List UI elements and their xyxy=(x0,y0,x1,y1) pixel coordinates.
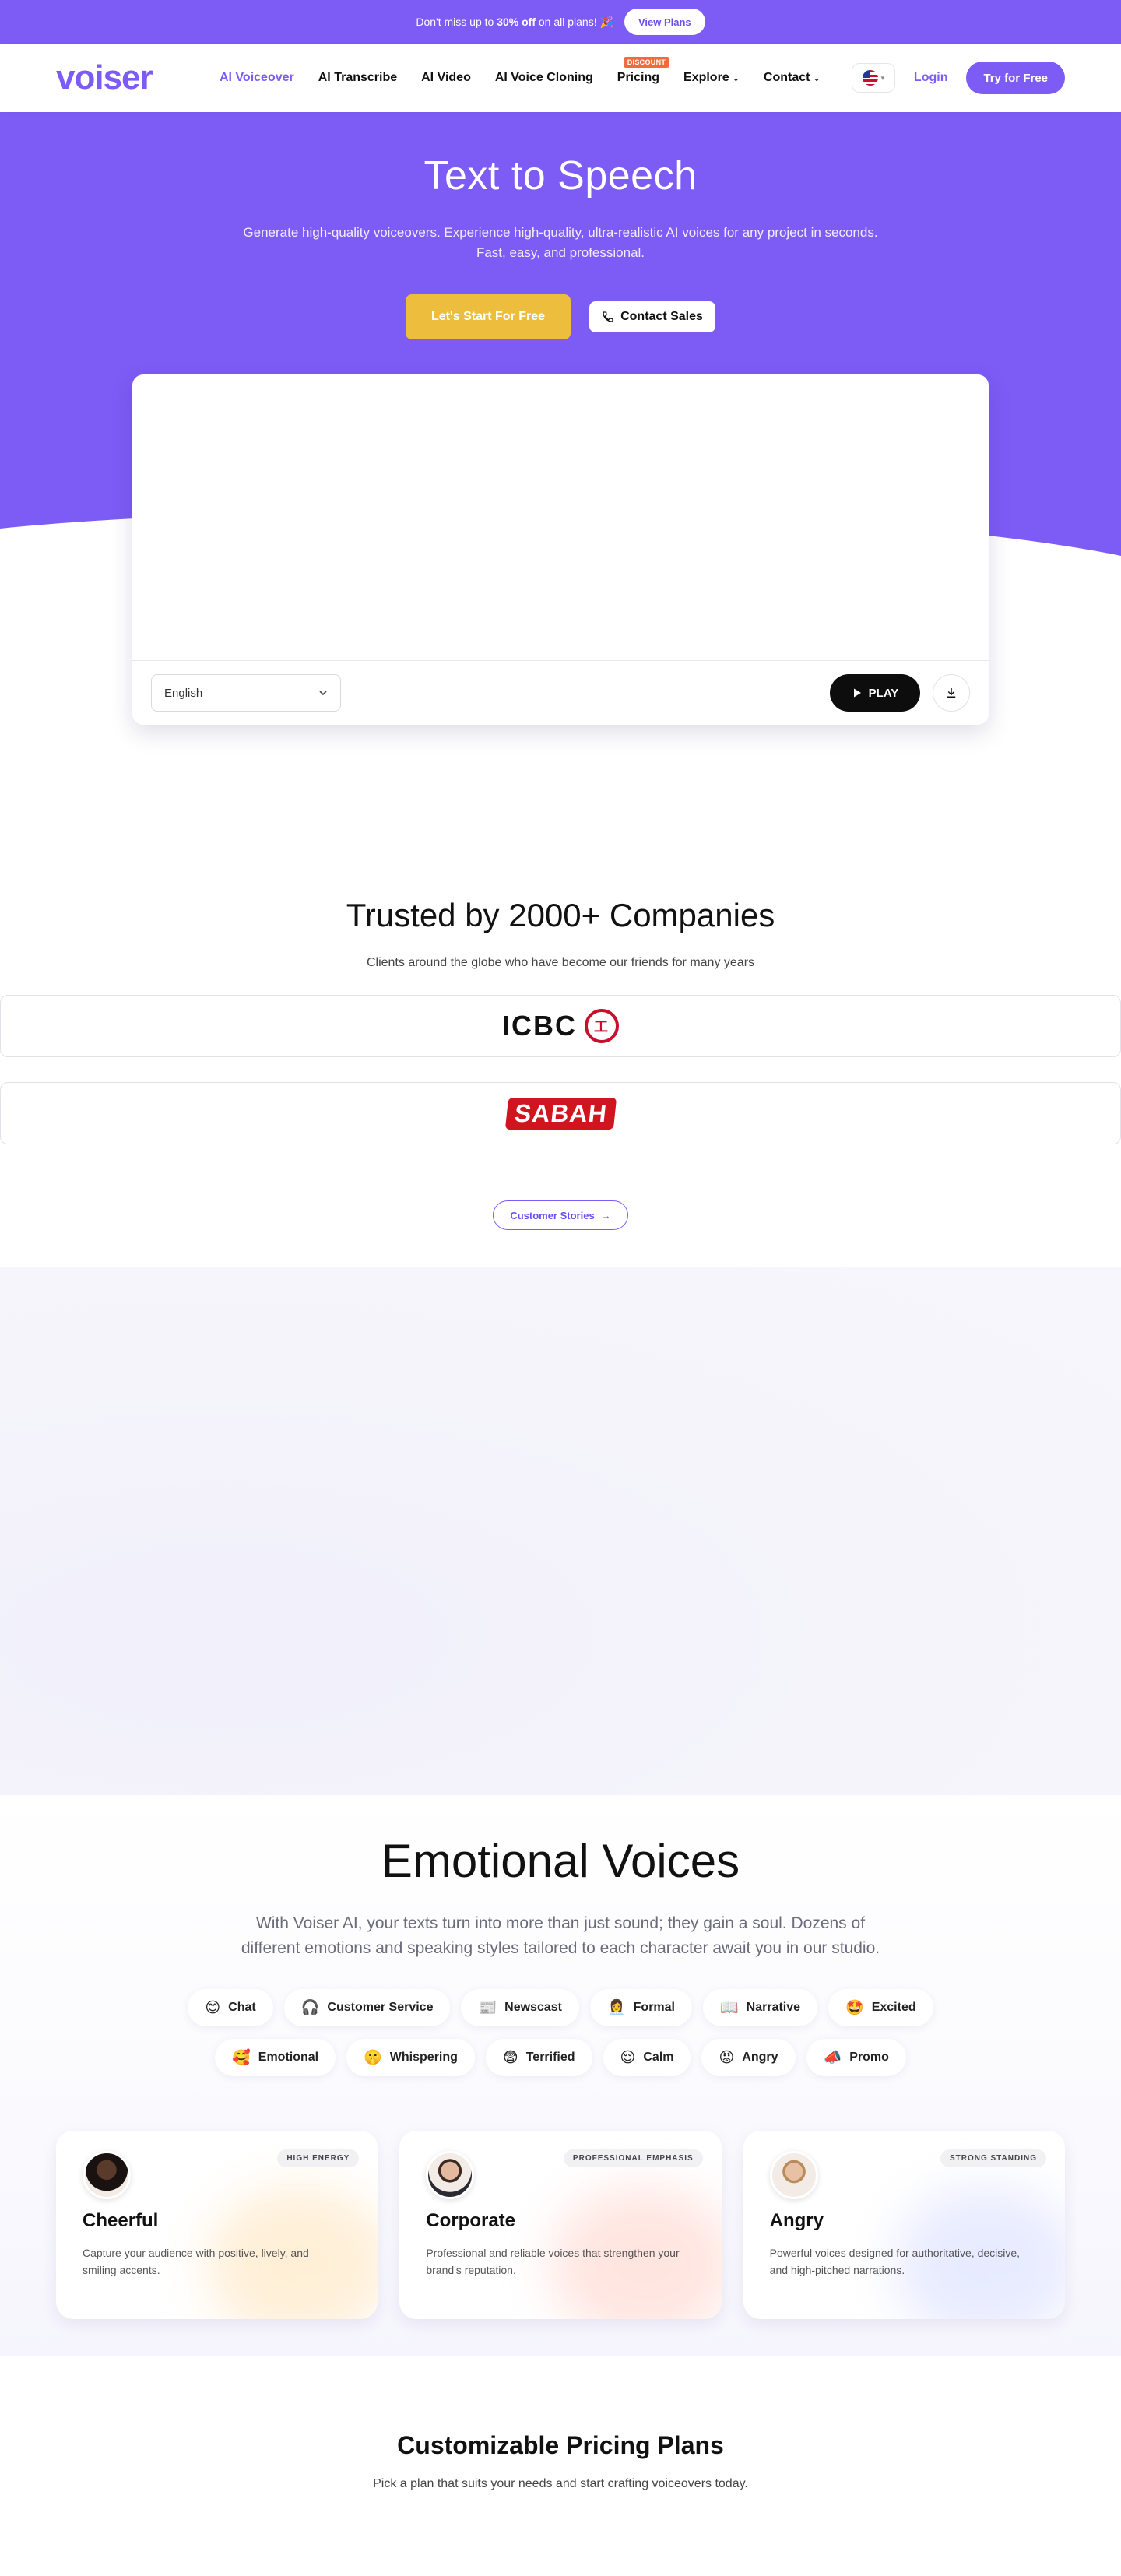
chevron-down-icon: ⌄ xyxy=(732,74,740,83)
sabah-logo: SABAH xyxy=(504,1097,617,1130)
nav-links: AI Voiceover AI Transcribe AI Video AI V… xyxy=(220,57,821,85)
promo-text: Don't miss up to 30% off on all plans! 🎉 xyxy=(416,15,613,28)
start-free-button[interactable]: Let's Start For Free xyxy=(406,294,571,339)
pricing-title: Customizable Pricing Plans xyxy=(397,2431,724,2459)
card-title: Angry xyxy=(769,2210,824,2231)
megaphone-emoji-icon: 📣 xyxy=(823,2050,842,2066)
nav-contact[interactable]: Contact ⌄ xyxy=(764,71,821,85)
card-title: Cheerful xyxy=(83,2210,159,2231)
avatar xyxy=(426,2151,475,2199)
shush-emoji-icon: 🤫 xyxy=(364,2050,382,2066)
emotional-title: Emotional Voices xyxy=(381,1835,740,1887)
chip-excited[interactable]: 🤩 Excited xyxy=(828,1989,933,2026)
nav-pricing[interactable]: DISCOUNT Pricing xyxy=(617,57,670,85)
chip-chat[interactable]: 😊 Chat xyxy=(188,1989,273,2026)
star-eyes-emoji-icon: 🤩 xyxy=(845,2000,864,2016)
trusted-section: Trusted by 2000+ Companies Clients aroun… xyxy=(0,750,1121,1230)
nav-ai-voice-cloning[interactable]: AI Voice Cloning xyxy=(495,71,593,85)
chip-newscast[interactable]: 📰 Newscast xyxy=(461,1989,579,2026)
nav-ai-voiceover[interactable]: AI Voiceover xyxy=(220,71,294,85)
phone-icon xyxy=(603,311,613,322)
chip-angry[interactable]: 😡 Angry xyxy=(701,2039,796,2076)
client-logo-row: ICBC 工 xyxy=(0,995,1121,1057)
voice-card-cheerful[interactable]: HIGH ENERGY Cheerful Capture your audien… xyxy=(56,2131,378,2319)
emotional-voices-section: Emotional Voices With Voiser AI, your te… xyxy=(0,1795,1121,2356)
card-description: Professional and reliable voices that st… xyxy=(426,2247,680,2276)
chevron-down-icon: ⌄ xyxy=(813,74,821,83)
download-icon xyxy=(947,688,956,698)
chip-formal[interactable]: 👩‍💼 Formal xyxy=(589,1989,692,2026)
smile-emoji-icon: 😊 xyxy=(205,1999,221,2016)
card-title: Corporate xyxy=(426,2210,516,2231)
voice-cards: HIGH ENERGY Cheerful Capture your audien… xyxy=(56,2131,1065,2319)
client-logo-row: SABAH xyxy=(0,1082,1121,1144)
language-select[interactable]: English xyxy=(151,674,341,712)
card-tag: HIGH ENERGY xyxy=(277,2149,360,2167)
chip-emotional[interactable]: 🥰 Emotional xyxy=(215,2039,336,2076)
hero-subtitle: Generate high-quality voiceovers. Experi… xyxy=(243,225,878,260)
relieved-emoji-icon: 😌 xyxy=(620,2049,636,2066)
nav-explore[interactable]: Explore ⌄ xyxy=(683,71,740,85)
emotion-chips: 😊 Chat 🎧 Customer Service 📰 Newscast 👩‍💼 For… xyxy=(171,1989,950,2076)
top-nav: voiser AI Voiceover AI Transcribe AI Vid… xyxy=(0,44,1121,112)
card-description: Powerful voices designed for authoritati… xyxy=(769,2247,1021,2276)
nav-right: ▾ Login Try for Free xyxy=(851,62,1065,94)
hearts-emoji-icon: 🥰 xyxy=(232,2050,251,2066)
arrow-right-icon: → xyxy=(600,1209,611,1221)
text-input-area[interactable] xyxy=(132,374,989,661)
chevron-down-icon xyxy=(319,691,327,696)
icbc-emblem-icon: 工 xyxy=(585,1009,619,1043)
promo-banner: Don't miss up to 30% off on all plans! 🎉… xyxy=(0,0,1121,44)
trusted-subtitle: Clients around the globe who have become… xyxy=(366,956,755,969)
pricing-subtitle: Pick a plan that suits your needs and st… xyxy=(373,2477,748,2490)
hero-content: Text to Speech Generate high-quality voi… xyxy=(0,112,1121,339)
hero-title: Text to Speech xyxy=(423,153,698,199)
trusted-title: Trusted by 2000+ Companies xyxy=(346,897,775,933)
customer-stories-button[interactable]: Customer Stories → xyxy=(493,1200,628,1230)
us-flag-icon xyxy=(862,70,878,86)
fearful-emoji-icon: 😨 xyxy=(502,2049,518,2066)
editor-toolbar: English PLAY xyxy=(132,661,989,725)
chip-calm[interactable]: 😌 Calm xyxy=(603,2039,691,2076)
book-emoji-icon: 📖 xyxy=(719,2000,739,2016)
chip-narrative[interactable]: 📖 Narrative xyxy=(702,1989,818,2026)
download-button[interactable] xyxy=(933,674,970,712)
language-switcher[interactable]: ▾ xyxy=(851,63,895,93)
pricing-section: Customizable Pricing Plans Pick a plan t… xyxy=(0,2356,1121,2576)
emotional-subtitle: With Voiser AI, your texts turn into mor… xyxy=(241,1914,880,1957)
play-icon xyxy=(853,688,861,698)
icbc-logo: ICBC 工 xyxy=(502,1009,619,1043)
tts-editor: English PLAY xyxy=(132,374,989,725)
gradient-spacer xyxy=(0,1267,1121,1795)
view-plans-button[interactable]: View Plans xyxy=(624,9,705,35)
chip-whispering[interactable]: 🤫 Whispering xyxy=(346,2039,475,2076)
office-worker-emoji-icon: 👩‍💼 xyxy=(606,2000,626,2016)
headphones-emoji-icon: 🎧 xyxy=(300,2000,320,2016)
angry-emoji-icon: 😡 xyxy=(719,2049,735,2066)
card-description: Capture your audience with positive, liv… xyxy=(83,2247,309,2276)
chevron-down-icon: ▾ xyxy=(880,73,885,82)
hero-buttons: Let's Start For Free Contact Sales xyxy=(0,294,1121,339)
voiser-logo[interactable]: voiser xyxy=(56,58,220,97)
chip-promo[interactable]: 📣 Promo xyxy=(806,2039,906,2076)
avatar xyxy=(769,2151,818,2199)
chip-customer-service[interactable]: 🎧 Customer Service xyxy=(283,1989,451,2026)
login-link[interactable]: Login xyxy=(914,71,948,85)
avatar xyxy=(83,2151,131,2199)
voice-card-corporate[interactable]: PROFESSIONAL EMPHASIS Corporate Professi… xyxy=(399,2131,722,2319)
nav-ai-video[interactable]: AI Video xyxy=(421,71,471,85)
contact-sales-button[interactable]: Contact Sales xyxy=(589,301,715,332)
hero-section: Text to Speech Generate high-quality voi… xyxy=(0,112,1121,750)
nav-ai-transcribe[interactable]: AI Transcribe xyxy=(318,71,397,85)
card-tag: PROFESSIONAL EMPHASIS xyxy=(563,2149,703,2167)
try-for-free-button[interactable]: Try for Free xyxy=(966,62,1065,94)
voice-card-angry[interactable]: STRONG STANDING Angry Powerful voices de… xyxy=(743,2131,1065,2319)
newspaper-emoji-icon: 📰 xyxy=(478,2000,497,2016)
play-button[interactable]: PLAY xyxy=(830,674,920,712)
chip-terrified[interactable]: 😨 Terrified xyxy=(485,2039,592,2076)
discount-badge: DISCOUNT xyxy=(623,57,670,68)
card-tag: STRONG STANDING xyxy=(940,2149,1046,2167)
